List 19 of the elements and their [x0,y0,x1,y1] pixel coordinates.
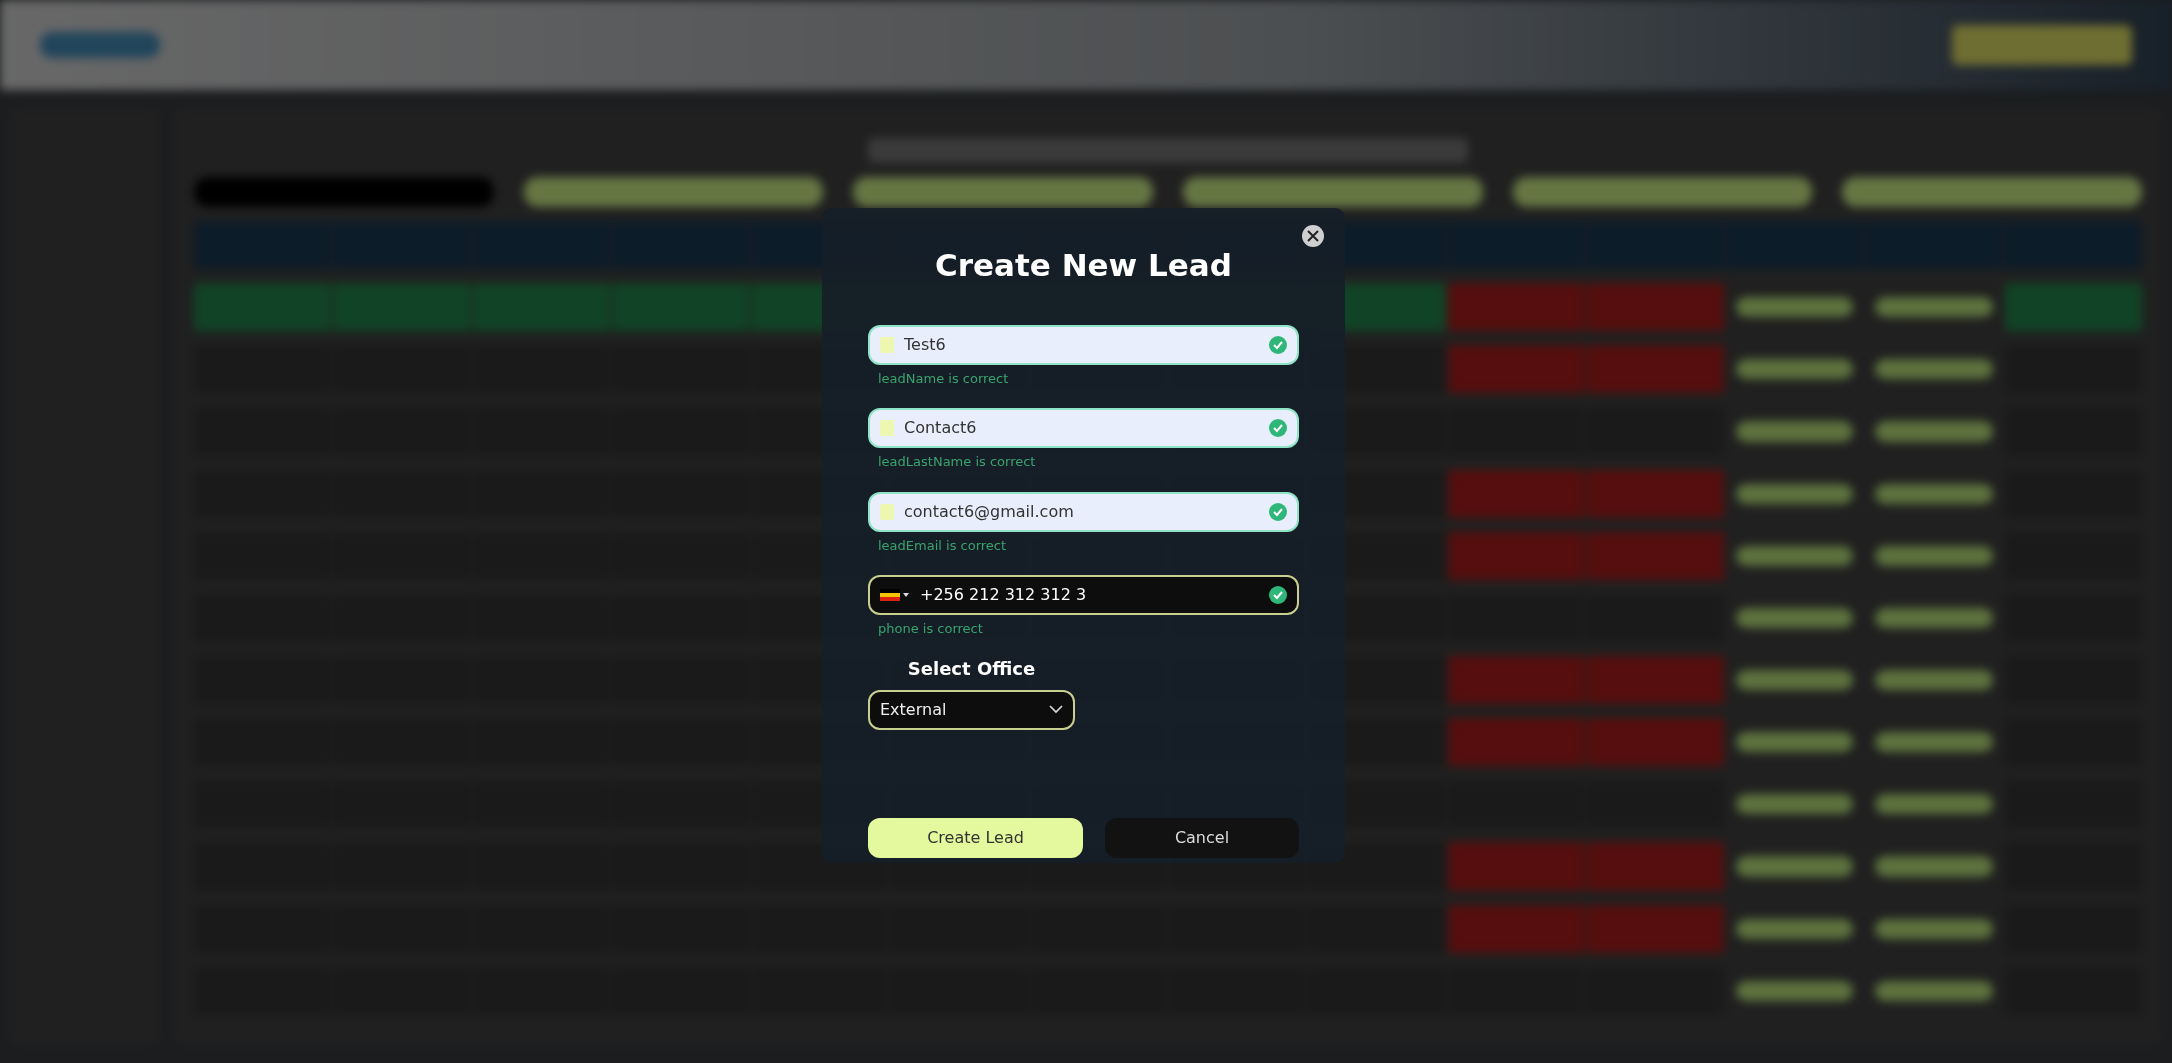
chevron-down-icon [1049,705,1063,714]
validation-message: leadEmail is correct [878,536,1008,555]
field-icon [880,336,894,353]
flag-dropdown-icon[interactable] [880,588,910,602]
validation-message: phone is correct [878,620,984,638]
validation-message: leadName is correct [878,369,1010,388]
close-icon[interactable] [1301,224,1325,248]
select-label: Select Office [906,656,1037,681]
input-field[interactable]: Contact6 [868,408,1299,448]
office-select[interactable]: External [868,689,1075,730]
cancel-button[interactable]: Cancel [1105,817,1299,858]
validation-message: leadLastName is correct [878,453,1037,471]
create-button[interactable]: Create Lead [868,817,1083,858]
input-field[interactable]: Test6 [868,324,1299,365]
field-icon [880,420,894,436]
dialog-title: Create New Lead [934,246,1233,285]
input-field[interactable]: +256 212 312 312 3 [868,575,1299,615]
field-icon [880,503,894,520]
input-field[interactable]: contact6@gmail.com [868,491,1299,532]
